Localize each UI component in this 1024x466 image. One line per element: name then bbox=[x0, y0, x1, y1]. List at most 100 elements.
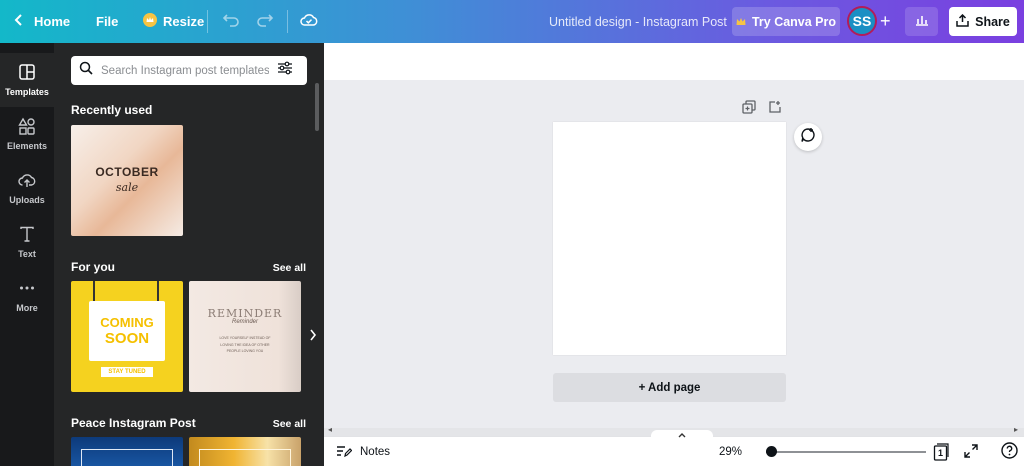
duplicate-icon bbox=[742, 100, 756, 118]
rail-label: Elements bbox=[6, 141, 48, 151]
try-pro-button[interactable]: Try Canva Pro bbox=[732, 7, 840, 36]
fullscreen-button[interactable] bbox=[962, 443, 980, 461]
editor-toolbar bbox=[324, 43, 1024, 80]
crown-icon bbox=[143, 13, 157, 30]
home-label: Home bbox=[34, 14, 71, 29]
design-page[interactable] bbox=[553, 122, 786, 355]
add-comment-button[interactable] bbox=[794, 123, 822, 151]
sign-card: COMING SOON bbox=[89, 301, 165, 361]
template-thumbnail-coming-soon[interactable]: COMING SOON STAY TUNED bbox=[71, 281, 183, 392]
redo-button[interactable] bbox=[256, 0, 274, 43]
add-page-icon bbox=[768, 101, 782, 118]
bottom-bar: Notes 29% 1 bbox=[324, 430, 1024, 466]
carousel-next-button[interactable] bbox=[301, 281, 324, 392]
thumb-body: LOVE YOURSELF INSTEAD OF LOVING THE IDEA… bbox=[219, 336, 271, 353]
home-button[interactable]: Home bbox=[14, 0, 70, 43]
template-thumbnail-october-sale[interactable]: OCTOBER sale bbox=[71, 125, 183, 236]
insights-button[interactable] bbox=[905, 7, 938, 36]
hanger-line bbox=[157, 281, 159, 301]
share-label: Share bbox=[975, 14, 1010, 29]
see-all-peace-link[interactable]: See all bbox=[273, 418, 306, 430]
add-page-icon-button[interactable] bbox=[768, 100, 782, 114]
zoom-slider-handle[interactable] bbox=[766, 446, 777, 457]
frame-outline bbox=[199, 449, 291, 466]
save-status-button[interactable] bbox=[300, 0, 318, 43]
resize-label: Resize bbox=[163, 14, 205, 29]
filter-icon[interactable] bbox=[277, 61, 293, 80]
thumb-subtitle: sale bbox=[115, 181, 139, 194]
page-count: 1 bbox=[937, 448, 943, 458]
elements-icon bbox=[18, 117, 36, 137]
rail-item-elements[interactable]: Elements bbox=[0, 107, 54, 161]
zoom-slider-track[interactable] bbox=[766, 451, 926, 453]
chevron-up-icon bbox=[678, 430, 686, 440]
uploads-icon bbox=[18, 171, 36, 191]
add-collaborator-button[interactable]: + bbox=[880, 0, 891, 43]
notes-icon bbox=[336, 444, 353, 461]
divider bbox=[207, 10, 208, 33]
pages-icon: 1 bbox=[933, 443, 949, 461]
rail-item-templates[interactable]: Templates bbox=[0, 53, 54, 107]
section-title-peace: Peace Instagram Post bbox=[71, 416, 196, 430]
template-thumbnail-reminder[interactable]: REMINDER Reminder LOVE YOURSELF INSTEAD … bbox=[189, 281, 301, 392]
add-page-button[interactable]: + Add page bbox=[553, 373, 786, 402]
see-all-for-you-link[interactable]: See all bbox=[273, 262, 306, 274]
side-rail: Templates Elements Uploads Text More bbox=[0, 43, 54, 466]
chevron-right-icon bbox=[309, 328, 317, 346]
sign-tag: STAY TUNED bbox=[101, 367, 153, 377]
templates-icon bbox=[18, 63, 36, 83]
chevron-left-icon bbox=[14, 14, 24, 29]
show-pages-button[interactable] bbox=[651, 430, 713, 440]
comment-add-icon bbox=[800, 127, 816, 148]
redo-icon bbox=[256, 11, 274, 32]
template-thumbnail-peace-blue[interactable] bbox=[71, 437, 183, 466]
divider bbox=[287, 10, 288, 33]
document-title[interactable]: Untitled design - Instagram Post bbox=[549, 0, 727, 43]
more-icon bbox=[18, 279, 36, 299]
thumb-title: OCTOBER bbox=[95, 165, 159, 179]
cloud-check-icon bbox=[300, 13, 318, 30]
sign-text: COMING bbox=[100, 314, 154, 330]
file-menu-button[interactable]: File bbox=[96, 0, 118, 43]
duplicate-page-button[interactable] bbox=[742, 100, 756, 114]
undo-button[interactable] bbox=[222, 0, 240, 43]
scroll-right-icon[interactable]: ▸ bbox=[1014, 425, 1018, 434]
hanger-line bbox=[93, 281, 95, 301]
rail-label: Uploads bbox=[9, 195, 45, 205]
upload-icon bbox=[956, 13, 969, 30]
templates-panel: Recently used OCTOBER sale For you See a… bbox=[54, 43, 324, 466]
section-title-for-you: For you bbox=[71, 260, 115, 274]
rail-label: More bbox=[16, 303, 38, 313]
resize-button[interactable]: Resize bbox=[143, 0, 204, 43]
bar-chart-icon bbox=[915, 14, 929, 29]
avatar[interactable]: SS bbox=[847, 6, 877, 36]
template-thumbnail-peace-gold[interactable] bbox=[189, 437, 301, 466]
zoom-value[interactable]: 29% bbox=[719, 437, 742, 466]
rail-item-uploads[interactable]: Uploads bbox=[0, 161, 54, 215]
search-box[interactable] bbox=[71, 56, 307, 85]
top-bar: Home File Resize Untitled design - Insta… bbox=[0, 0, 1024, 43]
rail-item-text[interactable]: Text bbox=[0, 215, 54, 269]
rail-label: Text bbox=[18, 249, 36, 259]
frame-outline bbox=[81, 449, 173, 466]
expand-icon bbox=[964, 443, 978, 461]
section-title-recent: Recently used bbox=[71, 103, 153, 117]
thumb-script: Reminder bbox=[231, 319, 258, 325]
notes-label: Notes bbox=[360, 446, 391, 458]
notes-button[interactable]: Notes bbox=[336, 437, 390, 466]
rail-label: Templates bbox=[5, 87, 49, 97]
crown-icon bbox=[736, 15, 746, 29]
try-pro-label: Try Canva Pro bbox=[751, 14, 837, 29]
text-icon bbox=[18, 225, 36, 245]
plus-icon: + bbox=[880, 11, 891, 31]
share-button[interactable]: Share bbox=[949, 7, 1017, 36]
help-button[interactable] bbox=[1000, 442, 1018, 462]
help-icon bbox=[1000, 442, 1018, 462]
page-count-button[interactable]: 1 bbox=[932, 443, 950, 461]
sign-text: SOON bbox=[104, 329, 150, 347]
scroll-left-icon[interactable]: ◂ bbox=[328, 425, 332, 434]
search-input[interactable] bbox=[101, 64, 269, 77]
rail-item-more[interactable]: More bbox=[0, 269, 54, 323]
search-icon bbox=[79, 61, 93, 80]
panel-scrollbar[interactable] bbox=[315, 83, 319, 131]
